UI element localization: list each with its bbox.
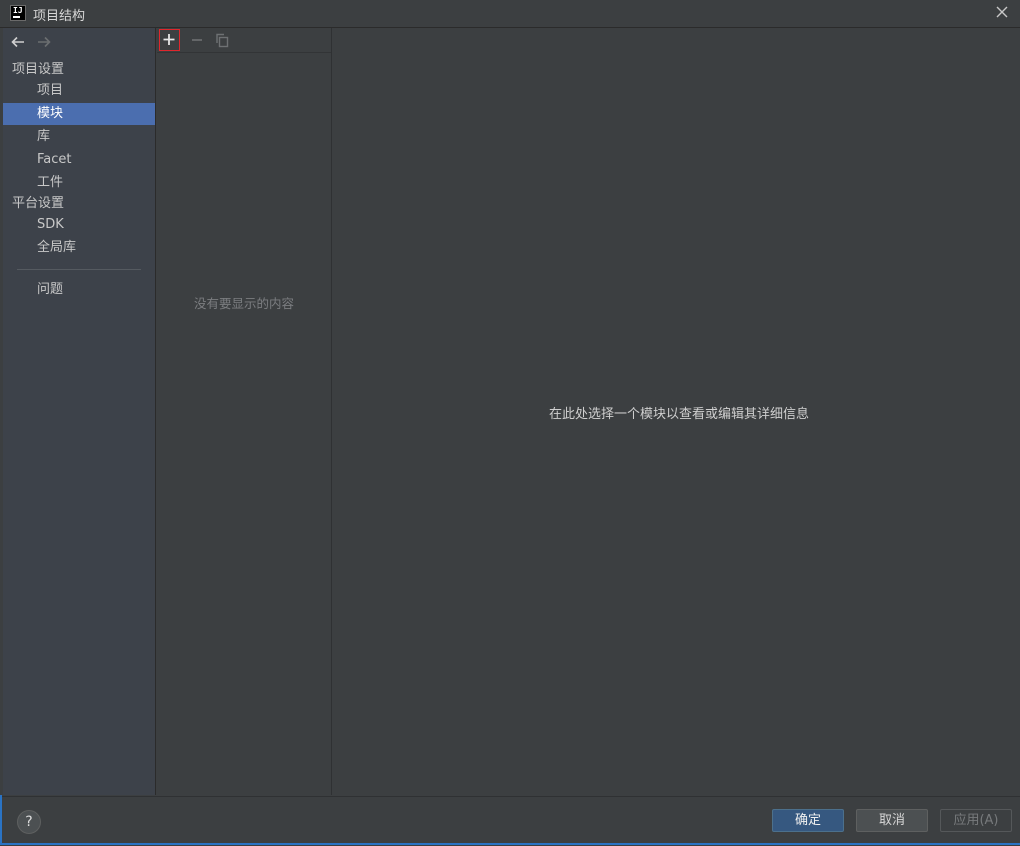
sidebar-item-facets[interactable]: Facet [3,149,155,171]
close-icon[interactable] [994,4,1010,20]
window-edge-accent [0,795,2,845]
sidebar-item-modules[interactable]: 模块 [3,103,155,125]
module-detail-pane: 在此处选择一个模块以查看或编辑其详细信息 [332,28,1020,795]
select-module-hint: 在此处选择一个模块以查看或编辑其详细信息 [548,407,809,422]
intellij-logo-icon: IJ [10,5,26,21]
help-button[interactable]: ? [17,810,41,834]
sidebar-item-artifacts[interactable]: 工件 [3,172,155,194]
add-module-button[interactable] [159,29,180,51]
project-settings-header: 项目设置 [12,62,65,77]
sidebar-item-project[interactable]: 项目 [3,80,155,102]
dialog-button-bar: ? 确定 取消 应用(A) [0,796,1020,846]
title-bar: IJ 项目结构 [0,0,1020,28]
sidebar-item-problems[interactable]: 问题 [3,279,155,301]
remove-module-button[interactable] [189,32,205,48]
plus-icon [163,34,175,45]
empty-list-message: 没有要显示的内容 [193,296,294,311]
window-title: 项目结构 [33,9,86,24]
ok-button[interactable]: 确定 [772,809,844,832]
sidebar-item-libraries[interactable]: 库 [3,126,155,148]
cancel-button[interactable]: 取消 [856,809,928,832]
sidebar-item-sdk[interactable]: SDK [3,214,155,236]
back-arrow-icon[interactable] [10,34,26,50]
settings-sidebar: 项目设置 项目 模块 库 Facet 工件 平台设置 SDK 全局库 问题 [3,28,156,795]
module-list-pane: 没有要显示的内容 [157,28,332,795]
platform-settings-header: 平台设置 [12,196,65,211]
apply-button[interactable]: 应用(A) [940,809,1012,832]
sidebar-divider [17,269,141,270]
copy-module-button[interactable] [214,32,230,48]
sidebar-item-global-libraries[interactable]: 全局库 [3,237,155,259]
module-list-toolbar [157,28,331,53]
forward-arrow-icon[interactable] [36,34,52,50]
